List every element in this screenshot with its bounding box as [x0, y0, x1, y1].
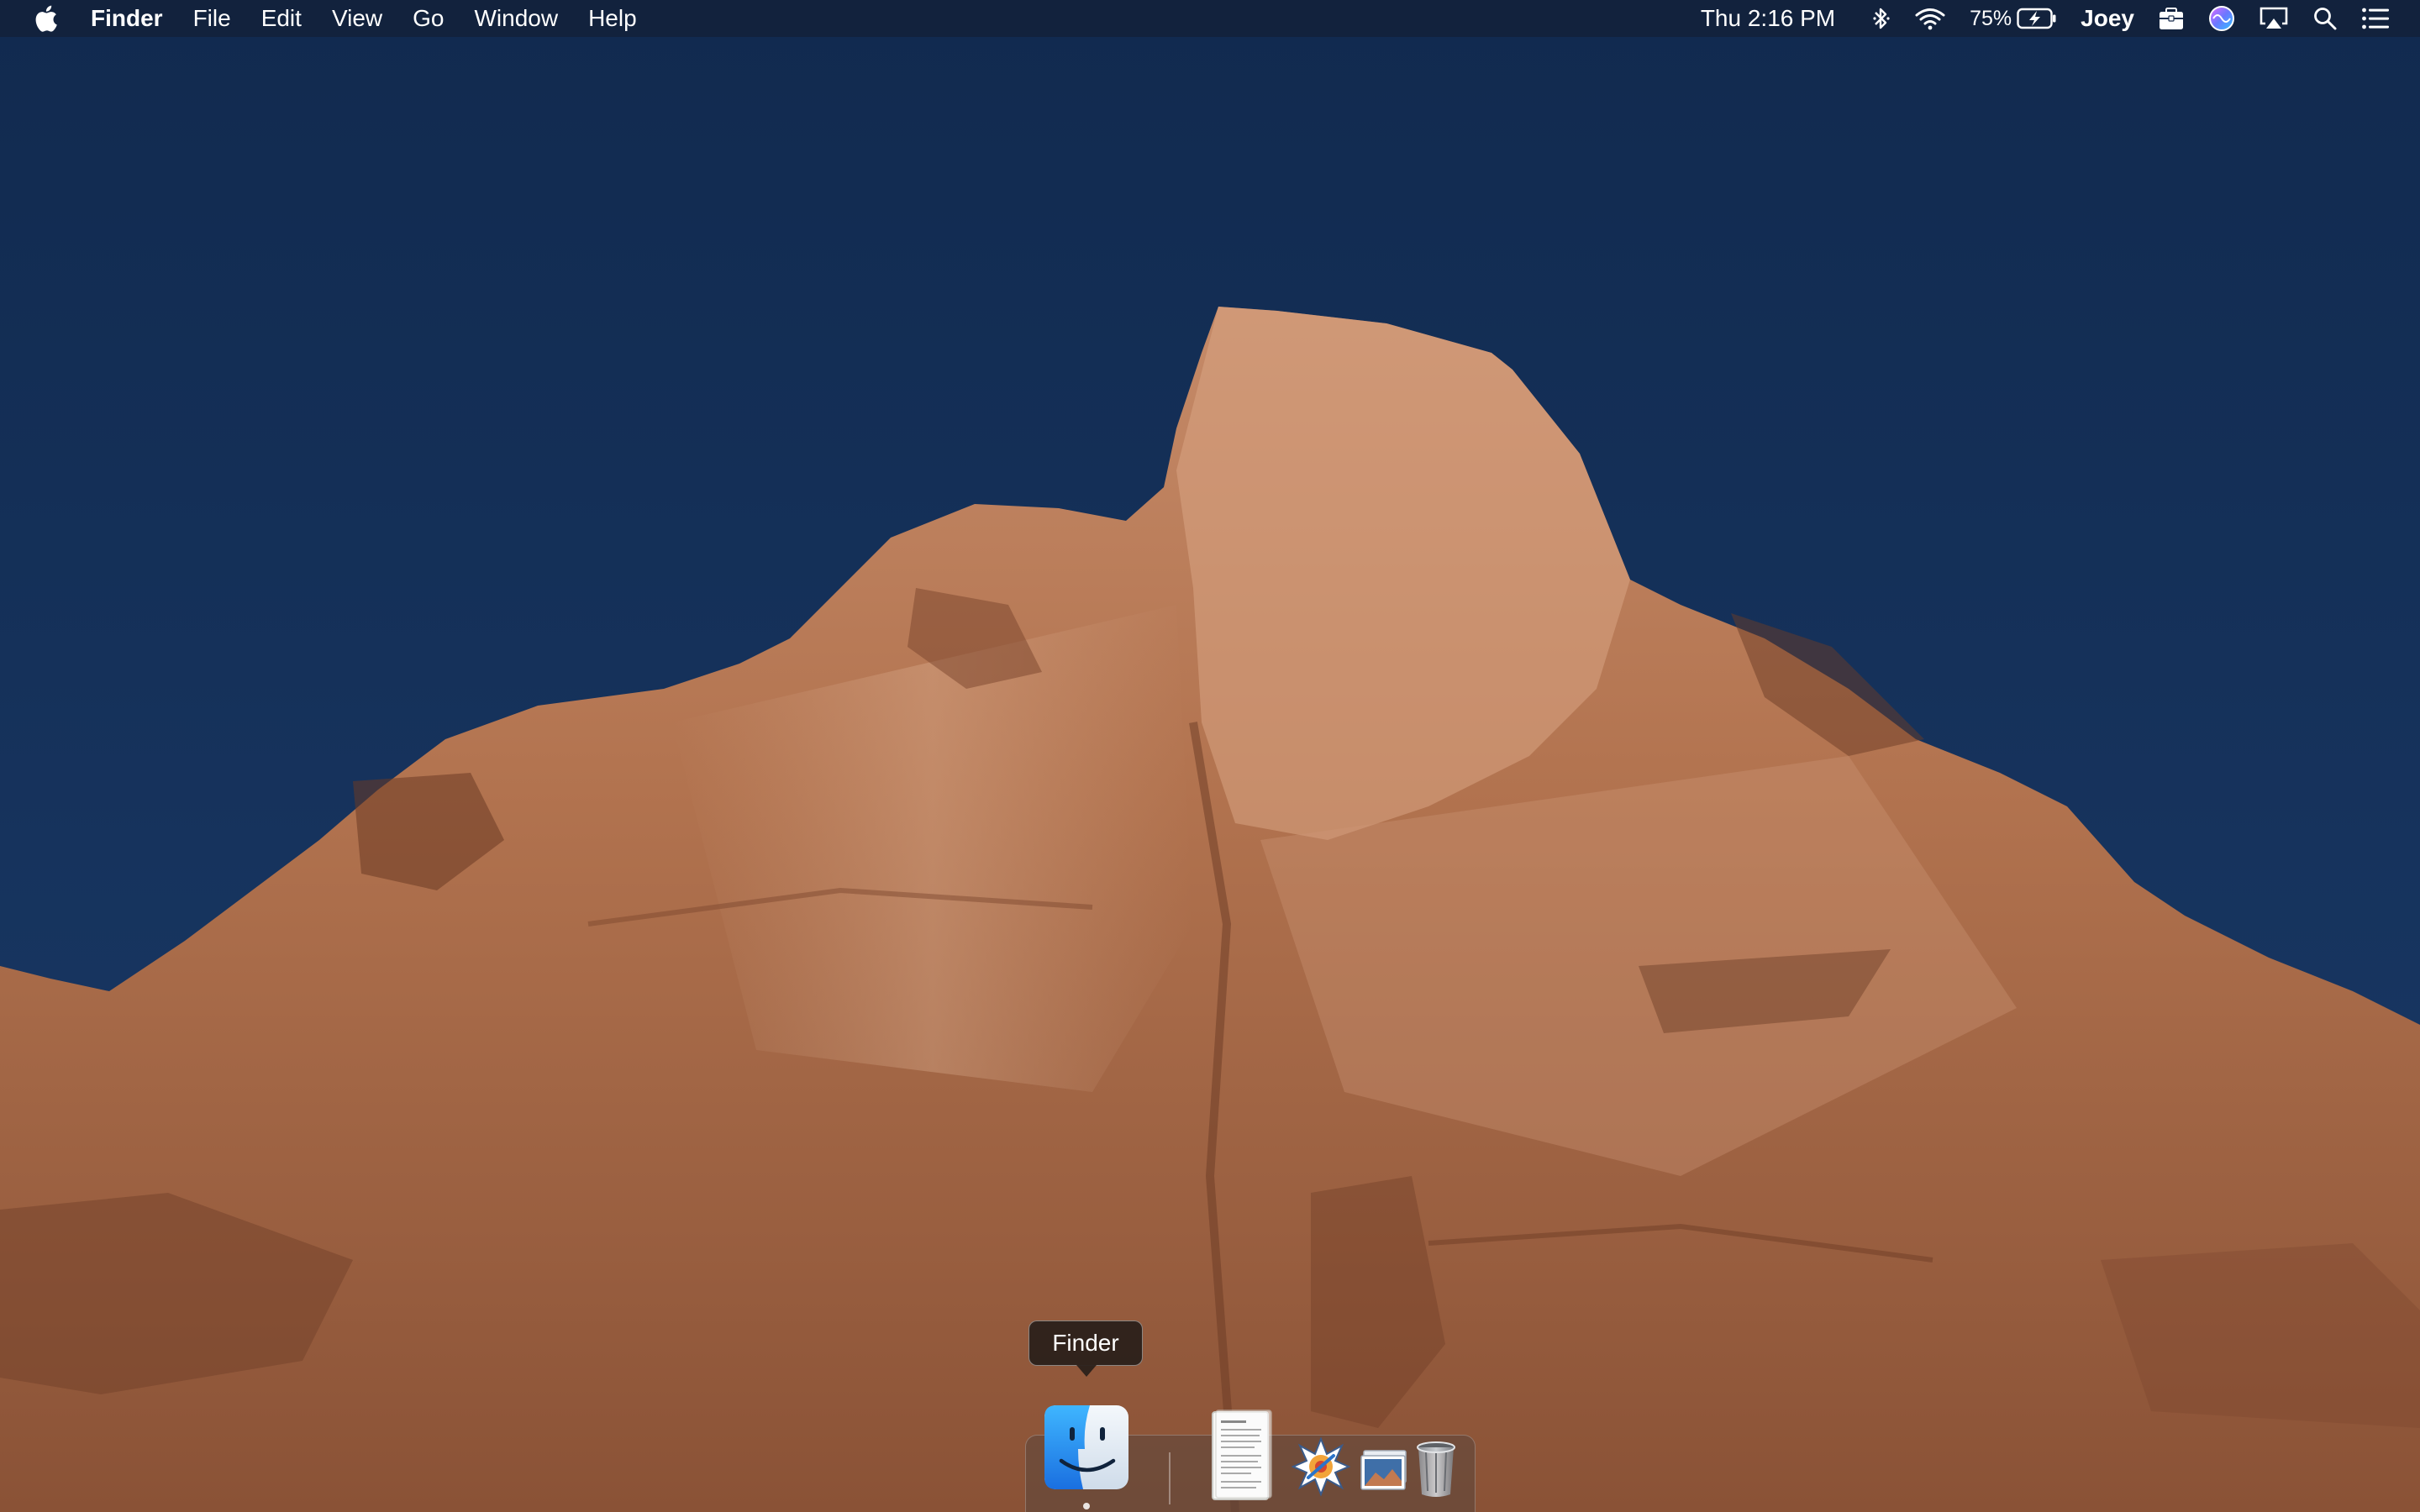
dock-item-trash[interactable]	[1413, 1439, 1460, 1499]
menu-help[interactable]: Help	[573, 0, 652, 37]
desktop-wallpaper	[0, 0, 2420, 1512]
battery-percent: 75%	[1970, 7, 2012, 30]
dock-item-document[interactable]	[1204, 1409, 1276, 1503]
siri-icon[interactable]	[2196, 0, 2247, 37]
menu-bar: Finder File Edit View Go Window Help Thu…	[0, 0, 2420, 37]
menu-clock[interactable]: Thu 2:16 PM	[1689, 0, 1860, 37]
menu-file[interactable]: File	[178, 0, 246, 37]
dock-tooltip: Finder	[1028, 1320, 1143, 1377]
apple-logo-icon[interactable]	[30, 0, 60, 37]
bluetooth-icon[interactable]	[1860, 0, 1902, 37]
dock	[1025, 1405, 1476, 1512]
menu-window[interactable]: Window	[459, 0, 573, 37]
finder-icon	[1044, 1405, 1128, 1489]
menu-view[interactable]: View	[317, 0, 397, 37]
battery-status[interactable]: 75%	[1958, 0, 2069, 37]
wifi-icon[interactable]	[1902, 0, 1958, 37]
airplay-icon[interactable]	[2247, 0, 2301, 37]
document-icon	[1212, 1410, 1272, 1500]
dock-item-finder[interactable]	[1041, 1402, 1132, 1493]
user-name[interactable]: Joey	[2069, 0, 2146, 37]
dock-divider	[1169, 1452, 1171, 1504]
dock-item-preview[interactable]	[1292, 1437, 1350, 1496]
battery-charging-icon	[2017, 8, 2056, 29]
search-icon[interactable]	[2301, 0, 2349, 37]
finder-running-indicator	[1083, 1503, 1090, 1509]
preview-icon	[1292, 1437, 1350, 1496]
menu-app-finder[interactable]: Finder	[76, 0, 178, 37]
dock-item-photos[interactable]	[1359, 1447, 1409, 1494]
menu-edit[interactable]: Edit	[246, 0, 317, 37]
notification-center-icon[interactable]	[2349, 0, 2402, 37]
toolbox-icon[interactable]	[2146, 0, 2196, 37]
photo-stack-icon	[1360, 1450, 1407, 1490]
desktop[interactable]: Finder File Edit View Go Window Help Thu…	[0, 0, 2420, 1512]
trash-icon	[1417, 1441, 1455, 1497]
menu-go[interactable]: Go	[397, 0, 459, 37]
